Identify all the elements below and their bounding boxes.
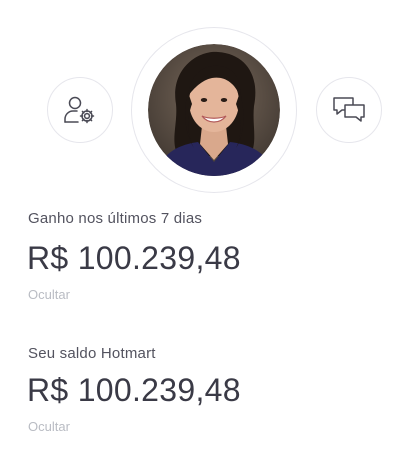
earnings-amount: R$ 100.239,48 (27, 240, 241, 276)
chat-bubbles-icon (333, 97, 365, 122)
hide-earnings-link[interactable]: Ocultar (28, 287, 70, 302)
user-settings-button[interactable] (47, 77, 113, 143)
user-settings-icon (64, 96, 95, 124)
chat-button[interactable] (316, 77, 382, 143)
balance-label: Seu saldo Hotmart (28, 345, 156, 362)
hide-balance-link[interactable]: Ocultar (28, 419, 70, 434)
avatar (148, 44, 280, 176)
earnings-label: Ganho nos últimos 7 dias (28, 210, 203, 227)
profile-avatar-frame[interactable] (131, 27, 297, 193)
balance-amount: R$ 100.239,48 (27, 372, 241, 408)
